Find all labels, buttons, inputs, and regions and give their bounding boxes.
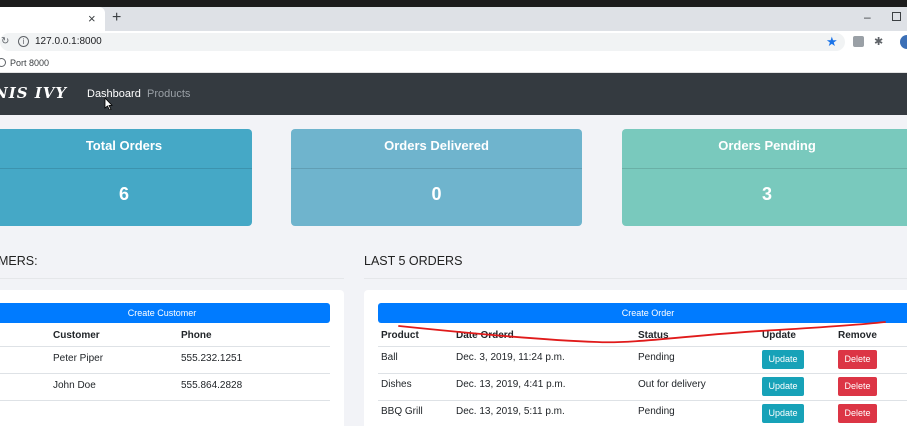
order-status-cell: Pending [638,406,675,417]
stat-card-title: Orders Pending [622,129,907,169]
order-status-cell: Out for delivery [638,379,706,390]
table-divider [0,373,330,374]
brand-logo[interactable]: NIS IVY [0,84,67,102]
nav-link-dashboard[interactable]: Dashboard [87,88,141,100]
extension-icon[interactable] [853,36,864,47]
order-product-cell: Ball [381,352,398,363]
delete-order-button[interactable]: Delete [838,377,877,396]
orders-heading: LAST 5 ORDERS [364,254,463,268]
stat-card-value: 0 [431,184,442,204]
table-divider [0,346,330,347]
table-divider [378,400,907,401]
delete-order-button[interactable]: Delete [838,350,877,369]
stat-card-value: 6 [118,184,129,204]
bookmark-port-8000[interactable]: Port 8000 [10,58,49,68]
create-customer-button[interactable]: Create Customer [0,303,330,323]
phone-column-header: Phone [181,330,212,341]
bookmark-star-icon[interactable]: ★ [826,34,838,50]
order-product-cell: BBQ Grill [381,406,423,417]
stat-card-orders-delivered: Orders Delivered 0 [291,129,582,226]
bookmarks-bar: Port 8000 [0,53,907,73]
order-date-cell: Dec. 3, 2019, 11:24 p.m. [456,352,565,363]
update-order-button[interactable]: Update [762,404,804,423]
app-navbar: NIS IVY Dashboard Products [0,73,907,115]
order-status-cell: Pending [638,352,675,363]
customer-column-header: Customer [53,330,100,341]
globe-icon [0,58,6,67]
order-product-cell: Dishes [381,379,412,390]
browser-tab-bar: × + – [0,7,907,31]
red-annotation-stroke [398,321,886,344]
customers-divider [0,278,344,279]
customer-name-cell[interactable]: John Doe [53,380,96,391]
url-text[interactable]: 127.0.0.1:8000 [35,36,102,47]
minimize-icon[interactable]: – [864,10,871,24]
stat-card-orders-pending: Orders Pending 3 [622,129,907,226]
reload-icon[interactable]: ↻ [1,36,9,47]
mouse-cursor-icon [104,98,113,110]
customer-phone-cell: 555.232.1251 [181,353,243,364]
delete-order-button[interactable]: Delete [838,404,877,423]
table-divider [0,400,330,401]
order-date-cell: Dec. 13, 2019, 5:11 p.m. [456,406,565,417]
screen-top-edge [0,0,907,7]
address-bar[interactable]: ↻ i 127.0.0.1:8000 ★ [0,33,845,51]
stat-card-title: Total Orders [0,129,252,169]
order-date-cell: Dec. 13, 2019, 4:41 p.m. [456,379,566,390]
nav-link-products[interactable]: Products [147,88,190,100]
customer-phone-cell: 555.864.2828 [181,380,243,391]
customers-heading: MERS: [0,254,38,268]
stat-card-title: Orders Delivered [291,129,582,169]
stat-card-value: 3 [761,184,772,204]
site-info-icon[interactable]: i [18,36,29,47]
update-order-button[interactable]: Update [762,377,804,396]
orders-divider [364,278,907,279]
extension-gear-icon[interactable]: ✱ [874,35,883,48]
customer-name-cell[interactable]: Peter Piper [53,353,103,364]
tab-close-icon[interactable]: × [88,11,96,26]
browser-toolbar: ↻ i 127.0.0.1:8000 ★ ✱ [0,31,907,53]
table-divider [378,346,907,347]
maximize-icon[interactable] [892,12,901,21]
new-tab-icon[interactable]: + [112,9,121,27]
stat-card-total-orders: Total Orders 6 [0,129,252,226]
profile-avatar[interactable] [900,35,907,49]
table-divider [378,373,907,374]
update-order-button[interactable]: Update [762,350,804,369]
browser-tab[interactable]: × [0,7,105,31]
